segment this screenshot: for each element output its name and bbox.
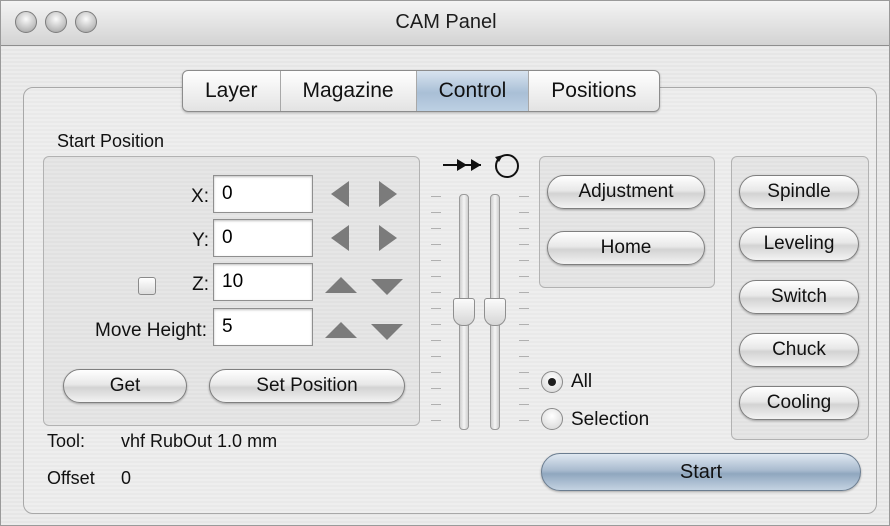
move-height-label: Move Height: [95,320,207,341]
y-field[interactable] [213,219,313,257]
slider-tick [519,260,529,261]
title-bar: CAM Panel [1,1,889,46]
slider-tick [431,404,441,405]
x-increase-arrow-icon[interactable] [379,181,397,207]
x-label: X: [191,186,209,207]
switch-button[interactable]: Switch [739,280,859,314]
x-decrease-arrow-icon[interactable] [331,181,349,207]
z-field[interactable] [213,263,313,301]
slider-tick [431,372,441,373]
feed-slider-thumb[interactable] [453,298,475,326]
scope-selection-radio[interactable] [541,408,563,430]
slider-tick [519,292,529,293]
slider-tick [519,324,529,325]
cam-panel-window: CAM Panel Layer Magazine Control Positio… [0,0,890,526]
tab-control[interactable]: Control [415,71,529,111]
tool-value: vhf RubOut 1.0 mm [121,431,278,451]
spindle-slider-thumb[interactable] [484,298,506,326]
y-increase-arrow-icon[interactable] [379,225,397,251]
slider-tick [431,276,441,277]
scope-selection-label: Selection [571,409,650,430]
offset-label: Offset [47,468,95,488]
tool-label: Tool: [47,431,86,451]
spindle-slider-ticks [519,196,529,426]
z-enable-checkbox[interactable] [138,277,156,295]
move-height-up-arrow-icon[interactable] [325,322,357,338]
cooling-button[interactable]: Cooling [739,386,859,420]
feed-rate-icon [443,159,481,171]
slider-tick [519,420,529,421]
tab-positions[interactable]: Positions [528,71,658,111]
feed-slider-ticks [431,196,441,426]
slider-tick [431,340,441,341]
leveling-button[interactable]: Leveling [739,227,859,261]
slider-tick [431,244,441,245]
move-height-down-arrow-icon[interactable] [371,324,403,340]
spindle-rotation-icon [495,154,519,178]
slider-tick [431,228,441,229]
home-button[interactable]: Home [547,231,705,265]
set-position-button[interactable]: Set Position [209,369,405,403]
slider-tick [519,356,529,357]
slider-tick [431,292,441,293]
y-decrease-arrow-icon[interactable] [331,225,349,251]
start-position-label: Start Position [57,131,165,151]
y-label: Y: [192,230,209,251]
adjustment-button[interactable]: Adjustment [547,175,705,209]
slider-tick [431,356,441,357]
start-button[interactable]: Start [541,453,861,491]
slider-tick [431,420,441,421]
tab-magazine[interactable]: Magazine [279,71,416,111]
offset-value: 0 [121,468,132,488]
tab-bar: Layer Magazine Control Positions [182,70,660,112]
get-button[interactable]: Get [63,369,187,403]
z-up-arrow-icon[interactable] [325,277,357,293]
x-field[interactable] [213,175,313,213]
slider-tick [431,308,441,309]
z-label: Z: [192,274,209,295]
slider-tick [519,388,529,389]
slider-tick [519,308,529,309]
scope-all-radio[interactable] [541,371,563,393]
slider-tick [431,212,441,213]
z-down-arrow-icon[interactable] [371,279,403,295]
move-height-field[interactable] [213,308,313,346]
slider-tick [431,388,441,389]
slider-tick [431,260,441,261]
slider-tick [519,340,529,341]
slider-tick [519,372,529,373]
radio-selected-dot-icon [548,378,556,386]
slider-tick [519,244,529,245]
tab-layer[interactable]: Layer [183,71,280,111]
slider-tick [519,404,529,405]
slider-tick [519,212,529,213]
slider-tick [519,276,529,277]
spindle-button[interactable]: Spindle [739,175,859,209]
slider-tick [519,228,529,229]
window-title: CAM Panel [395,11,497,33]
chuck-button[interactable]: Chuck [739,333,859,367]
slider-tick [519,196,529,197]
scope-all-label: All [571,371,593,392]
slider-tick [431,324,441,325]
slider-tick [431,196,441,197]
